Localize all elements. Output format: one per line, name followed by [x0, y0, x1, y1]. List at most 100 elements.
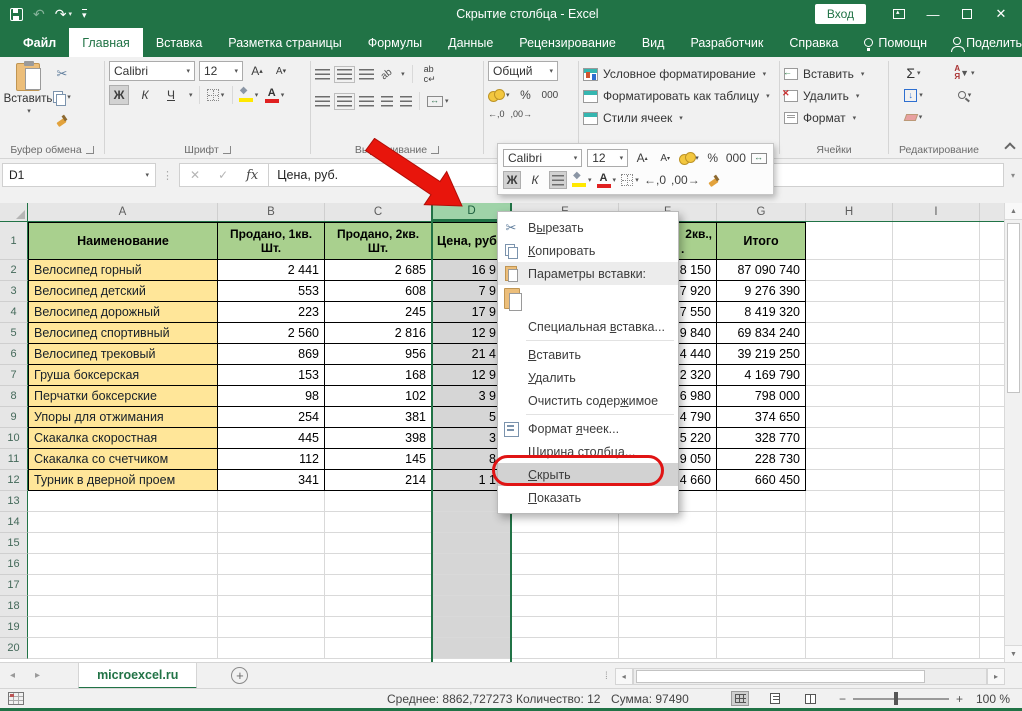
sign-in-button[interactable]: Вход — [815, 4, 866, 24]
row-header[interactable]: 10 — [0, 428, 28, 449]
format-painter-button[interactable] — [52, 110, 72, 130]
select-all-corner[interactable] — [0, 203, 28, 221]
mini-font-color-button[interactable]: А▾ — [597, 171, 617, 189]
insert-cells-button[interactable]: Вставить▾ — [784, 63, 884, 85]
context-menu-item[interactable]: Копировать — [498, 239, 678, 262]
scroll-down-icon[interactable]: ▼ — [1005, 645, 1022, 662]
align-left-icon[interactable] — [315, 96, 330, 107]
scroll-left-icon[interactable]: ◂ — [615, 668, 633, 685]
font-name-combo[interactable]: Calibri▾ — [109, 61, 195, 81]
cell[interactable] — [893, 554, 980, 575]
cell[interactable] — [717, 512, 806, 533]
page-layout-view-button[interactable] — [766, 691, 784, 706]
cell[interactable] — [325, 533, 432, 554]
cell[interactable] — [893, 365, 980, 386]
redo-button[interactable]: ↷▾ — [55, 7, 72, 21]
zoom-out-button[interactable]: − — [839, 692, 846, 706]
cell[interactable] — [806, 260, 893, 281]
merge-center-button[interactable]: ▾ — [427, 91, 449, 111]
cell-name[interactable]: Велосипед дорожный — [28, 302, 218, 323]
mini-align-center-button[interactable] — [549, 171, 567, 189]
format-cells-button[interactable]: Формат▾ — [784, 107, 884, 129]
cell[interactable] — [806, 638, 893, 659]
cell[interactable] — [28, 533, 218, 554]
mini-decrease-font-button[interactable]: A▾ — [656, 149, 674, 167]
scroll-right-icon[interactable]: ▸ — [987, 668, 1005, 685]
cell-b1[interactable]: Продано, 1кв. Шт. — [218, 222, 325, 260]
sheet-tab-active[interactable]: microexcel.ru — [78, 663, 197, 689]
cell-total[interactable]: 8 419 320 — [717, 302, 806, 323]
cell[interactable] — [28, 617, 218, 638]
cell-q1[interactable]: 2 441 — [218, 260, 325, 281]
cell[interactable] — [512, 512, 619, 533]
cell-name[interactable]: Велосипед трековый — [28, 344, 218, 365]
cell[interactable] — [28, 638, 218, 659]
ribbon-tab[interactable]: Справка — [776, 28, 851, 57]
cell[interactable] — [893, 449, 980, 470]
cell[interactable] — [619, 554, 717, 575]
cell[interactable] — [893, 596, 980, 617]
cell-q2[interactable]: 381 — [325, 407, 432, 428]
cell-q1[interactable]: 112 — [218, 449, 325, 470]
cell[interactable] — [512, 596, 619, 617]
cell[interactable] — [512, 554, 619, 575]
cell[interactable] — [806, 554, 893, 575]
cell[interactable] — [806, 344, 893, 365]
cell-styles-button[interactable]: Стили ячеек▾ — [583, 107, 775, 129]
cell[interactable] — [893, 491, 980, 512]
cell[interactable] — [893, 260, 980, 281]
cell-q2[interactable]: 145 — [325, 449, 432, 470]
cell-name[interactable]: Велосипед детский — [28, 281, 218, 302]
horizontal-scroll-track[interactable] — [633, 668, 987, 685]
cell-q1[interactable]: 2 560 — [218, 323, 325, 344]
cell-total[interactable]: 9 276 390 — [717, 281, 806, 302]
cell-name[interactable]: Велосипед горный — [28, 260, 218, 281]
cell[interactable] — [619, 596, 717, 617]
ribbon-tab[interactable]: Вставка — [143, 28, 215, 57]
increase-decimal-button[interactable]: ←,0 — [488, 109, 505, 119]
context-menu-item[interactable]: Показать — [498, 486, 678, 509]
add-sheet-button[interactable]: + — [231, 667, 248, 684]
cell[interactable] — [806, 617, 893, 638]
ribbon-tab[interactable]: Файл — [10, 28, 69, 57]
orientation-button[interactable]: ab — [379, 66, 395, 82]
row-header[interactable]: 17 — [0, 575, 28, 596]
borders-button[interactable]: ▾ — [206, 85, 226, 105]
cell[interactable] — [893, 323, 980, 344]
mini-comma-button[interactable]: 000 — [727, 149, 745, 167]
cell-q1[interactable]: 254 — [218, 407, 325, 428]
row-header[interactable]: 19 — [0, 617, 28, 638]
mini-bold-button[interactable]: Ж — [503, 171, 521, 189]
collapse-ribbon-icon[interactable] — [1004, 142, 1015, 153]
cell[interactable] — [806, 302, 893, 323]
cell-name[interactable]: Перчатки боксерские — [28, 386, 218, 407]
align-top-icon[interactable] — [315, 69, 330, 80]
comma-style-button[interactable]: 000 — [542, 90, 559, 101]
align-center-icon[interactable] — [337, 96, 352, 107]
vertical-scrollbar[interactable]: ▲ ▼ — [1004, 203, 1022, 662]
ribbon-display-options-button[interactable] — [884, 3, 914, 25]
cell[interactable] — [512, 575, 619, 596]
cell-name[interactable]: Груша боксерская — [28, 365, 218, 386]
cell[interactable] — [717, 533, 806, 554]
cell[interactable] — [218, 512, 325, 533]
cell[interactable] — [717, 575, 806, 596]
cell[interactable] — [893, 302, 980, 323]
font-color-button[interactable]: А▾ — [265, 85, 285, 105]
cell-total[interactable]: 39 219 250 — [717, 344, 806, 365]
cell-q1[interactable]: 869 — [218, 344, 325, 365]
cell[interactable] — [325, 596, 432, 617]
row-header[interactable]: 14 — [0, 512, 28, 533]
context-menu-item[interactable]: Специальная вставка... — [498, 315, 678, 338]
cell[interactable] — [619, 638, 717, 659]
cell[interactable] — [28, 491, 218, 512]
cell-a1[interactable]: Наименование — [28, 222, 218, 260]
cell[interactable] — [218, 638, 325, 659]
row-header[interactable]: 16 — [0, 554, 28, 575]
ribbon-tab[interactable]: Вид — [629, 28, 678, 57]
cell[interactable] — [28, 575, 218, 596]
zoom-percentage[interactable]: 100 % — [976, 692, 1010, 706]
format-as-table-button[interactable]: Форматировать как таблицу▾ — [583, 85, 775, 107]
cell[interactable] — [806, 533, 893, 554]
cell[interactable] — [717, 596, 806, 617]
